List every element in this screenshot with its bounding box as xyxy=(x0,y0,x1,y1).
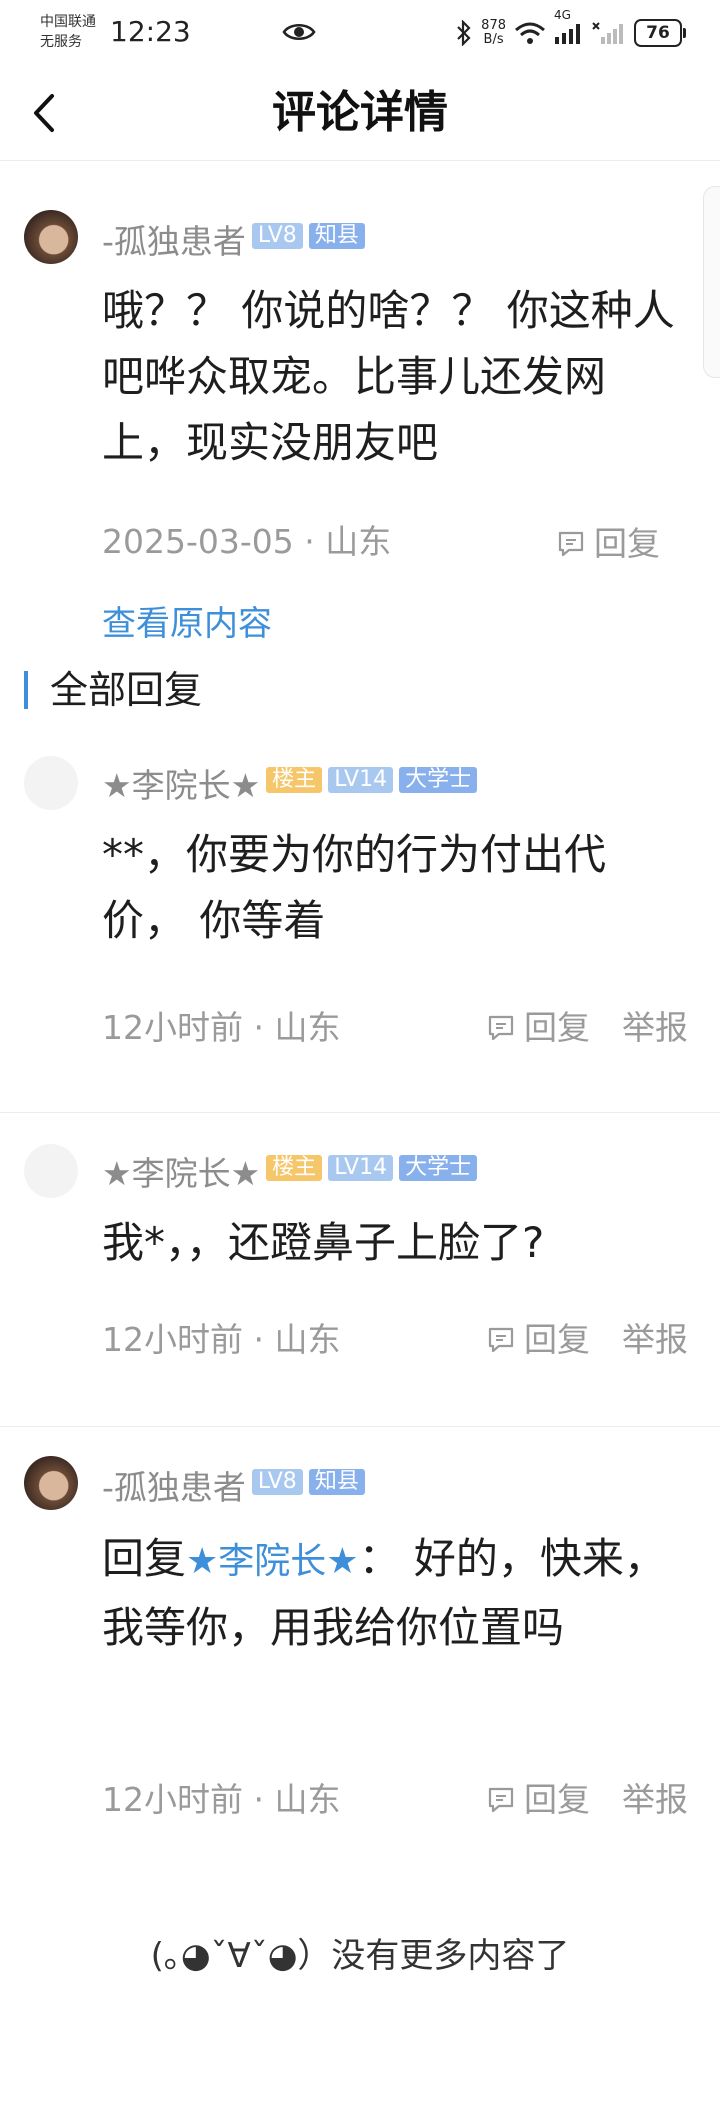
level-badge: LV14 xyxy=(328,1155,394,1181)
signal-icon xyxy=(555,24,580,44)
reply-time: 12小时前 xyxy=(102,1320,243,1359)
author-name[interactable]: ★李院长★ xyxy=(102,766,260,806)
reply-button[interactable]: 回复 xyxy=(486,1008,590,1048)
reply-content: 回复★李院长★： 好的，快来，我等你，用我给你位置吗 xyxy=(102,1526,682,1661)
signal-no-service-icon xyxy=(592,22,623,44)
title-badge: 知县 xyxy=(308,1469,365,1495)
reply-label: 回复 xyxy=(524,1320,590,1359)
report-button[interactable]: 举报 xyxy=(622,1780,688,1820)
wifi-icon xyxy=(515,22,545,44)
bluetooth-icon xyxy=(457,20,471,46)
net-speed: 878 B/s xyxy=(481,19,506,47)
reply-location: 山东 xyxy=(274,1320,341,1359)
reply-meta: 12小时前 · 山东 xyxy=(102,1780,341,1820)
title-badge: 大学士 xyxy=(399,767,478,793)
status-time: 12:23 xyxy=(110,15,191,48)
eye-icon xyxy=(282,23,316,41)
report-button[interactable]: 举报 xyxy=(622,1320,688,1360)
comment-content: 哦？？ 你说的啥？？ 你这种人吧哗众取宠。比事儿还发网上，现实没朋友吧 xyxy=(102,286,675,467)
reply-label: 回复 xyxy=(594,524,660,563)
net-speed-unit: B/s xyxy=(483,32,504,47)
reply-time: 12小时前 xyxy=(102,1780,243,1819)
comment-bubble-icon xyxy=(488,1327,514,1353)
status-icons: 878 B/s 4G 76 xyxy=(455,9,686,50)
carrier-name: 中国联通 xyxy=(40,14,96,30)
section-header: 全部回复 xyxy=(24,668,202,712)
section-title: 全部回复 xyxy=(50,668,203,712)
comment-location: 山东 xyxy=(325,522,392,561)
reply-button[interactable]: 回复 xyxy=(486,1780,590,1820)
reply-prefix: 回复 xyxy=(102,1534,187,1583)
end-of-list-note: (｡◕ˇ∀ˇ◕）没有更多内容了 xyxy=(150,1936,570,1976)
status-bar: 中国联通 无服务 12:23 878 B/s 4G 76 xyxy=(0,0,720,66)
reply-author: ★李院长★ 楼主 LV14 大学士 xyxy=(102,766,478,806)
meta-separator: · xyxy=(253,1008,265,1047)
reply-location: 山东 xyxy=(274,1008,341,1047)
carrier-service: 无服务 xyxy=(40,34,82,50)
meta-separator: · xyxy=(253,1780,265,1819)
comment-date: 2025-03-05 xyxy=(102,522,294,561)
title-bar: 评论详情 xyxy=(0,66,720,161)
level-badge: LV8 xyxy=(251,1469,303,1495)
net-speed-value: 878 xyxy=(481,18,506,33)
author-name[interactable]: -孤独患者 xyxy=(102,1468,246,1508)
reply-author: -孤独患者 LV8 知县 xyxy=(102,1468,365,1508)
author-name[interactable]: -孤独患者 xyxy=(102,222,246,262)
section-accent-bar xyxy=(24,671,28,709)
title-badge: 大学士 xyxy=(399,1155,478,1181)
battery-indicator: 76 xyxy=(634,19,686,47)
host-badge: 楼主 xyxy=(266,767,323,793)
reply-meta: 12小时前 · 山东 xyxy=(102,1008,341,1048)
reply-label: 回复 xyxy=(524,1780,590,1819)
divider xyxy=(0,1426,720,1427)
host-badge: 楼主 xyxy=(266,1155,323,1181)
side-drawer-handle[interactable] xyxy=(703,186,720,378)
meta-separator: · xyxy=(304,522,315,561)
report-button[interactable]: 举报 xyxy=(622,1008,688,1048)
mention-link[interactable]: ★李院长★ xyxy=(186,1541,359,1582)
meta-separator: · xyxy=(253,1320,265,1359)
reply-author: ★李院长★ 楼主 LV14 大学士 xyxy=(102,1154,478,1194)
avatar[interactable] xyxy=(24,210,78,264)
reply-meta: 12小时前 · 山东 xyxy=(102,1320,341,1360)
reply-label: 回复 xyxy=(524,1008,590,1047)
cell-signal-1: 4G xyxy=(554,9,584,45)
level-badge: LV8 xyxy=(251,223,303,249)
title-badge: 知县 xyxy=(308,223,365,249)
divider xyxy=(0,1112,720,1113)
comment-bubble-icon xyxy=(558,531,584,557)
network-type: 4G xyxy=(554,8,571,22)
reply-time: 12小时前 xyxy=(102,1008,243,1047)
author-name[interactable]: ★李院长★ xyxy=(102,1154,260,1194)
reply-content: **，你要为你的行为付出代价， 你等着 xyxy=(102,830,607,945)
level-badge: LV14 xyxy=(328,767,394,793)
comment-bubble-icon xyxy=(488,1015,514,1041)
comment-bubble-icon xyxy=(488,1787,514,1813)
page-title: 评论详情 xyxy=(272,87,448,138)
reply-button[interactable]: 回复 xyxy=(556,524,660,564)
reply-content: 我*，，还蹬鼻子上脸了? xyxy=(102,1218,545,1267)
carrier-info: 中国联通 无服务 xyxy=(40,12,96,52)
comment-author: -孤独患者 LV8 知县 xyxy=(102,222,365,262)
avatar[interactable] xyxy=(24,1144,78,1198)
avatar[interactable] xyxy=(24,756,78,810)
comment-meta: 2025-03-05 · 山东 xyxy=(102,522,391,562)
avatar[interactable] xyxy=(24,1456,78,1510)
reply-location: 山东 xyxy=(274,1780,341,1819)
reply-button[interactable]: 回复 xyxy=(486,1320,590,1360)
view-original-link[interactable]: 查看原内容 xyxy=(102,602,272,646)
